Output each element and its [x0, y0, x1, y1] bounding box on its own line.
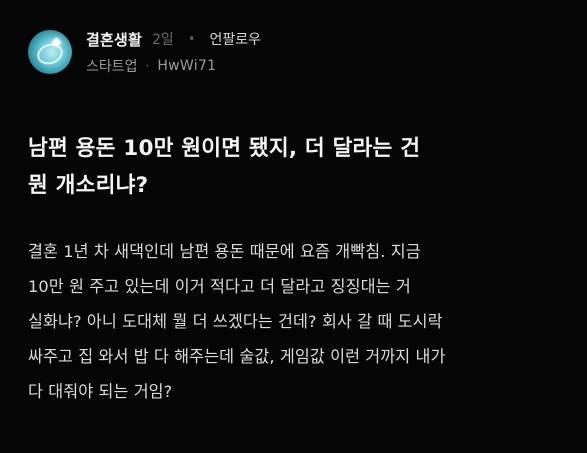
body-line: 다 대줘야 되는 거임? [28, 382, 173, 401]
post-container: 결혼생활 2일 • 언팔로우 스타트업 · HwWi71 남편 용돈 10만 원… [0, 0, 587, 453]
body-line: 싸주고 집 와서 밥 다 해주는데 술값, 게임값 이런 거까지 내가 [28, 347, 446, 366]
author-id[interactable]: HwWi71 [157, 58, 216, 74]
post-time: 2일 [152, 32, 174, 48]
post-header: 결혼생활 2일 • 언팔로우 스타트업 · HwWi71 [28, 24, 261, 80]
separator-dot: • [187, 31, 196, 47]
post-body: 결혼 1년 차 새댁인데 남편 용돈 때문에 요즘 개빡침. 지금 10만 원 … [28, 234, 568, 409]
title-line: 뭔 개소리냐? [28, 173, 149, 198]
meta-row-author: 스타트업 · HwWi71 [86, 55, 261, 77]
body-line: 10만 원 주고 있는데 이거 적다고 더 달라고 징징대는 거 [28, 277, 411, 296]
title-line: 남편 용돈 10만 원이면 됐지, 더 달라는 건 [28, 136, 421, 161]
author-company: 스타트업 [86, 59, 138, 75]
ring-shape [34, 40, 66, 68]
meta-separator: · [145, 59, 150, 73]
unfollow-button[interactable]: 언팔로우 [209, 29, 261, 49]
post-meta: 결혼생활 2일 • 언팔로우 스타트업 · HwWi71 [86, 27, 261, 77]
body-line: 결혼 1년 차 새댁인데 남편 용돈 때문에 요즘 개빡침. 지금 [28, 242, 421, 261]
meta-row-channel: 결혼생활 2일 • 언팔로우 [86, 27, 261, 51]
body-line: 실화냐? 아니 도대체 뭘 더 쓰겠다는 건데? 회사 갈 때 도시락 [28, 312, 443, 331]
channel-name[interactable]: 결혼생활 [86, 29, 142, 50]
wedding-ring-icon[interactable] [28, 30, 72, 74]
post-title: 남편 용돈 10만 원이면 됐지, 더 달라는 건 뭔 개소리냐? [28, 130, 568, 204]
